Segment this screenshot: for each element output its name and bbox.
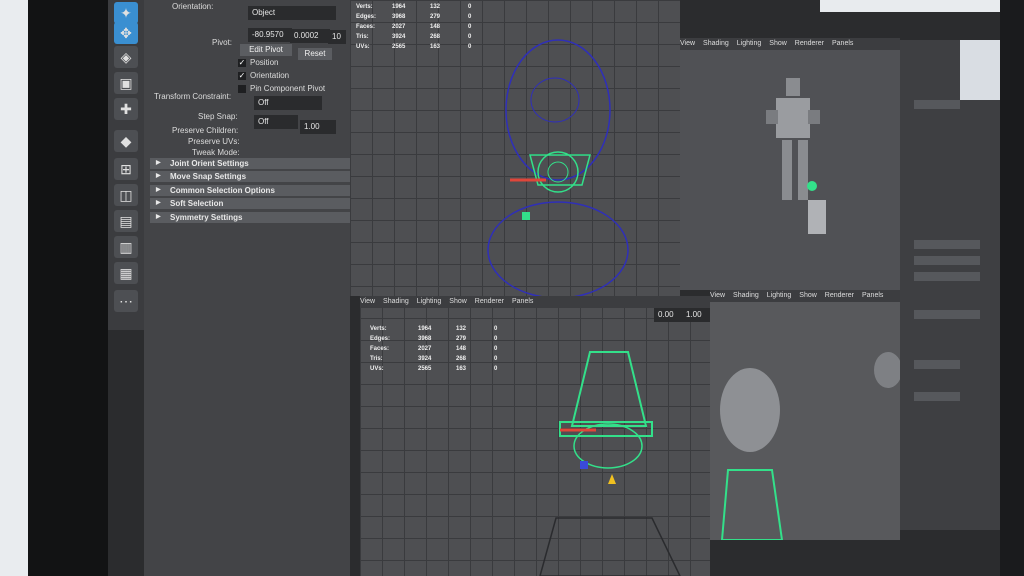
pivot-x-field[interactable]: -80.9570: [248, 28, 292, 42]
desktop-area: [960, 40, 1000, 100]
channel-button[interactable]: [914, 310, 980, 319]
menu-shading[interactable]: Shading: [703, 40, 729, 47]
toolbox: ✦ ✥ ◈ ▣ ✚ ◆ ⊞ ◫ ▤ ▥ ▦ ⋯: [108, 0, 144, 330]
orientation-check-label: Orientation: [250, 71, 290, 80]
wireframe-model: [487, 39, 629, 296]
step-snap-dropdown[interactable]: Off: [254, 115, 298, 129]
edit-pivot-button[interactable]: Edit Pivot: [240, 44, 292, 56]
pivot-y-field[interactable]: 0.0002: [290, 29, 330, 43]
rotate-tool-icon[interactable]: ◈: [114, 46, 138, 68]
tweak-mode-label: Tweak Mode:: [192, 148, 240, 157]
monitor-frame: [28, 0, 108, 576]
checkmark-icon: ✓: [238, 70, 246, 80]
checkmark-icon: ✓: [238, 57, 246, 67]
character-model: [766, 78, 826, 234]
shaded-model: [720, 352, 900, 540]
section-soft-selection[interactable]: Soft Selection: [150, 198, 366, 209]
position-checkbox[interactable]: ✓ Position: [238, 58, 278, 67]
viewport-front[interactable]: Verts: Edges: Faces: Tris: UVs: 1964 396…: [350, 0, 680, 296]
menu-lighting[interactable]: Lighting: [737, 40, 762, 47]
preserve-uvs-label: Preserve UVs:: [188, 137, 240, 146]
reset-pivot-button[interactable]: Reset: [298, 48, 332, 60]
section-move-snap[interactable]: Move Snap Settings: [150, 171, 366, 182]
channel-button[interactable]: [914, 240, 980, 249]
menu-view[interactable]: View: [680, 40, 695, 47]
step-snap-amount[interactable]: 1.00: [300, 120, 336, 134]
pivot-label: Pivot:: [212, 38, 233, 47]
transform-constraint-dropdown[interactable]: Off: [254, 96, 322, 110]
viewport-menu-bar: View Shading Lighting Show Renderer Panels: [680, 38, 900, 50]
orientation-checkbox[interactable]: ✓ Orientation: [238, 71, 289, 80]
section-joint-orient[interactable]: Joint Orient Settings: [150, 158, 366, 169]
channel-button[interactable]: [914, 100, 960, 109]
menu-panels[interactable]: Panels: [832, 40, 853, 47]
layout-split-icon[interactable]: ◫: [114, 184, 138, 206]
layout-column-icon[interactable]: ▤: [114, 210, 138, 232]
monitor-bezel-left: [0, 0, 28, 576]
channel-button[interactable]: [914, 256, 980, 265]
layout-more-icon[interactable]: ⋯: [114, 290, 138, 312]
pin-pivot-label: Pin Component Pivot: [250, 84, 326, 93]
section-common-selection[interactable]: Common Selection Options: [150, 185, 366, 196]
orientation-label: Orientation:: [172, 2, 214, 11]
channel-button[interactable]: [914, 360, 960, 369]
channel-button[interactable]: [914, 272, 980, 281]
monitor-bezel-top: [820, 0, 1024, 12]
orientation-dropdown[interactable]: Object: [248, 6, 336, 20]
layout-persp-icon[interactable]: ▥: [114, 236, 138, 258]
preserve-children-label: Preserve Children:: [172, 126, 239, 135]
position-label: Position: [250, 58, 279, 67]
move-tool-icon[interactable]: ✥: [114, 22, 138, 44]
channel-box-panel: [900, 40, 1000, 530]
menu-renderer[interactable]: Renderer: [795, 40, 824, 47]
layout-four-icon[interactable]: ⊞: [114, 158, 138, 180]
section-symmetry[interactable]: Symmetry Settings: [150, 212, 366, 223]
pin-pivot-checkbox[interactable]: Pin Component Pivot: [238, 84, 325, 93]
channel-button[interactable]: [914, 392, 960, 401]
viewport-side[interactable]: View Shading Lighting Show Renderer Panels: [680, 38, 900, 290]
pivot-z-field[interactable]: 10: [328, 30, 346, 44]
transform-constraint-label: Transform Constraint:: [154, 92, 232, 101]
layout-single-icon[interactable]: ◆: [114, 130, 138, 152]
select-tool-icon[interactable]: ✦: [114, 2, 138, 24]
menu-show[interactable]: Show: [769, 40, 787, 47]
monitor-bezel-right: [1000, 0, 1024, 576]
checkbox-box: [238, 84, 246, 93]
step-snap-label: Step Snap:: [198, 112, 238, 121]
viewport-camera[interactable]: View Shading Lighting Show Renderer Panels: [710, 290, 900, 540]
hand-model-wireframe: [539, 351, 681, 576]
viewport-persp[interactable]: View Shading Lighting Show Renderer Panels Ve…: [360, 296, 710, 576]
scale-tool-icon[interactable]: ▣: [114, 72, 138, 94]
universal-manip-icon[interactable]: ✚: [114, 98, 138, 120]
layout-outliner-icon[interactable]: ▦: [114, 262, 138, 284]
